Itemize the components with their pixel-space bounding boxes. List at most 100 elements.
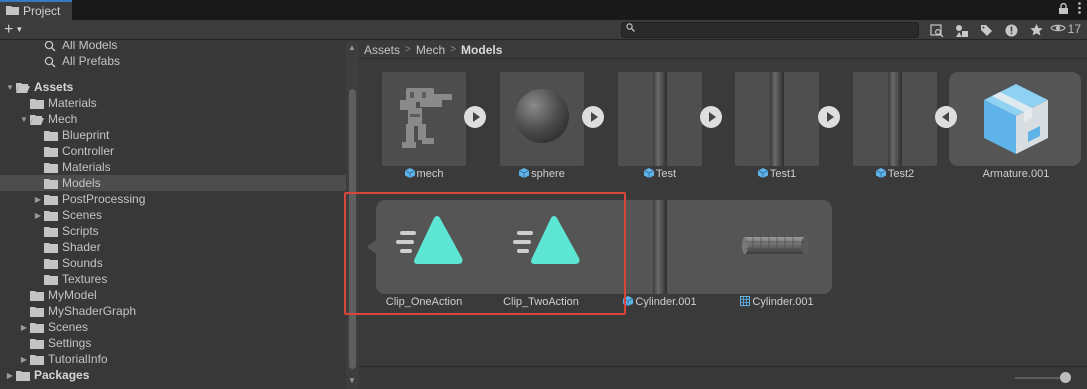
expand-prefab-button[interactable] [818,106,840,128]
filter-by-label-icon[interactable] [974,21,999,39]
tree-item[interactable]: Sounds [0,255,346,271]
tree-item[interactable]: Scripts [0,223,346,239]
mesh-prefab-icon [875,168,887,178]
mesh-prefab-icon [404,168,415,178]
mesh-prefab-icon [518,168,530,178]
expand-prefab-button[interactable] [700,106,722,128]
breadcrumb-models[interactable]: Models [461,43,502,57]
collapse-arrow-icon[interactable]: ▶ [32,195,44,204]
asset-tile-armature[interactable]: Armature.001 [968,59,1064,180]
icon-size-slider-knob[interactable] [1060,372,1071,383]
tree-item-label: MyModel [48,288,97,302]
tree-item[interactable]: ▶ Scenes [0,207,346,223]
breadcrumb-mech[interactable]: Mech [416,43,445,57]
tree-item[interactable]: ▶ Scenes [0,319,346,335]
tree-item[interactable]: Blueprint [0,127,346,143]
cylinder-thumbnail [853,72,937,166]
collapse-arrow-icon[interactable]: ▶ [18,355,30,364]
project-toolbar: + ▼ 17 [0,20,1087,40]
asset-tile-sphere[interactable]: sphere [494,59,590,180]
folder-open-icon [30,114,44,125]
tab-title: Project [23,4,61,18]
expand-prefab-button[interactable] [464,106,486,128]
status-bar [359,366,1087,389]
tree-item[interactable]: ▼ Mech [0,111,346,127]
tree-item-label: Blueprint [62,128,110,142]
asset-label: Test1 [723,168,831,180]
tree-item-label: Settings [48,336,92,350]
breadcrumb-assets[interactable]: Assets [364,43,400,57]
kebab-menu-icon[interactable] [1078,2,1081,17]
tree-item[interactable]: Shader [0,239,346,255]
folder-icon [44,258,58,269]
tree-item[interactable]: Models [0,175,346,191]
tree-item[interactable]: Textures [0,271,346,287]
collapse-arrow-icon[interactable]: ▶ [32,211,44,220]
asset-tile-cylinder-mesh[interactable]: Cylinder.001 [729,187,825,308]
search-icon [44,41,58,52]
expand-arrow-icon[interactable]: ▼ [18,115,30,124]
mesh-prefab-icon [643,168,655,178]
search-input[interactable] [621,22,919,38]
asset-tile-mech[interactable]: mech [376,59,472,180]
tree-item-label: Scripts [62,224,99,238]
tree-item-label: Sounds [62,256,103,270]
tree-item[interactable]: Settings [0,335,346,351]
search-icon [626,23,635,35]
asset-tile-test[interactable]: Test [612,59,708,180]
tree-item[interactable]: MyModel [0,287,346,303]
star-icon[interactable] [1024,21,1049,39]
folder-icon [30,98,44,109]
search-by-type-icon[interactable] [924,21,949,39]
breadcrumb: Assets > Mech > Models [359,41,1087,59]
folder-icon [44,162,58,173]
tree-item-label: MyShaderGraph [48,304,137,318]
mech-thumbnail [382,72,466,166]
filter-by-type-icon[interactable] [949,21,974,39]
tree-item-label: Shader [62,240,101,254]
hidden-packages-toggle[interactable]: 17 [1049,22,1081,36]
tree-item[interactable]: ▶ Packages [0,367,346,383]
tree-item-label: Materials [62,160,111,174]
tree-item-label: Textures [62,272,108,286]
tree-item-label: PostProcessing [62,192,146,206]
tree-item-label: Assets [34,80,74,94]
folder-icon [30,338,44,349]
expand-arrow-icon[interactable]: ▼ [4,83,16,92]
create-button[interactable]: + ▼ [4,21,23,39]
log-type-icon[interactable] [999,21,1024,39]
collapse-arrow-icon[interactable]: ▶ [4,371,16,380]
tree-item-label: Materials [48,96,97,110]
icon-size-slider[interactable] [1015,377,1065,379]
folder-icon [16,370,30,381]
folder-icon [44,226,58,237]
scroll-up-arrow-icon[interactable]: ▲ [348,43,356,52]
collapse-prefab-button[interactable] [935,106,957,128]
tree-item[interactable]: Controller [0,143,346,159]
folder-icon [6,4,19,18]
asset-tile-cylinder-prefab[interactable]: Cylinder.001 [612,187,708,308]
tree-item[interactable]: Materials [0,95,346,111]
tree-item[interactable]: All Models [0,41,346,53]
tree-item[interactable]: ▼ Assets [0,79,346,95]
lock-icon[interactable] [1059,2,1068,17]
expand-prefab-button[interactable] [582,106,604,128]
folder-icon [30,290,44,301]
asset-label: Test2 [841,168,949,180]
asset-tile-test1[interactable]: Test1 [729,59,825,180]
folder-icon [44,146,58,157]
tree-item[interactable]: MyShaderGraph [0,303,346,319]
asset-tile-test2[interactable]: Test2 [847,59,943,180]
project-tab[interactable]: Project [0,0,72,20]
asset-label: sphere [488,168,596,180]
folder-icon [44,130,58,141]
tree-item[interactable]: ▶ TutorialInfo [0,351,346,367]
asset-label: Armature.001 [982,168,1050,180]
collapse-arrow-icon[interactable]: ▶ [18,323,30,332]
scroll-down-arrow-icon[interactable]: ▼ [348,376,356,385]
folder-icon [30,306,44,317]
eye-icon [1049,22,1066,36]
tree-item[interactable]: Materials [0,159,346,175]
tree-item[interactable]: ▶ PostProcessing [0,191,346,207]
tree-item[interactable]: All Prefabs [0,53,346,69]
